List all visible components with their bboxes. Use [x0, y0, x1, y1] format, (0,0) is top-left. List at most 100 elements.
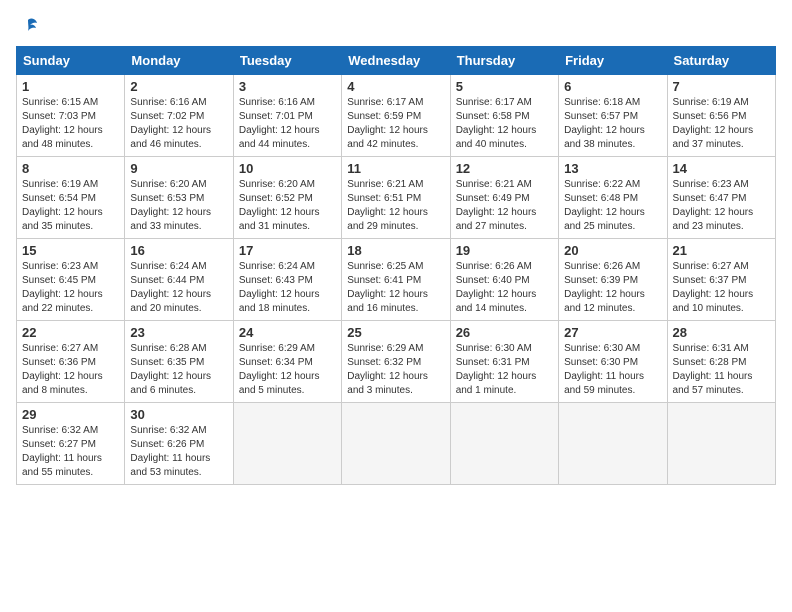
day-number: 23: [130, 325, 227, 340]
day-number: 7: [673, 79, 770, 94]
day-number: 5: [456, 79, 553, 94]
calendar: SundayMondayTuesdayWednesdayThursdayFrid…: [16, 46, 776, 485]
calendar-cell: 1 Sunrise: 6:15 AMSunset: 7:03 PMDaylight…: [17, 75, 125, 157]
calendar-cell: [559, 403, 667, 485]
day-info: Sunrise: 6:24 AMSunset: 6:44 PMDaylight:…: [130, 260, 227, 316]
day-info: Sunrise: 6:32 AMSunset: 6:26 PMDaylight:…: [130, 424, 227, 480]
day-info: Sunrise: 6:23 AMSunset: 6:47 PMDaylight:…: [673, 178, 770, 234]
calendar-cell: 23 Sunrise: 6:28 AMSunset: 6:35 PMDayligh…: [125, 321, 233, 403]
day-info: Sunrise: 6:32 AMSunset: 6:27 PMDaylight:…: [22, 424, 119, 480]
day-info: Sunrise: 6:29 AMSunset: 6:34 PMDaylight:…: [239, 342, 336, 398]
calendar-cell: 28 Sunrise: 6:31 AMSunset: 6:28 PMDayligh…: [667, 321, 775, 403]
day-info: Sunrise: 6:16 AMSunset: 7:02 PMDaylight:…: [130, 96, 227, 152]
calendar-week-3: 15Sunrise: 6:23 AMSunset: 6:45 PMDayligh…: [17, 239, 776, 321]
calendar-cell: 5Sunrise: 6:17 AMSunset: 6:58 PMDaylight…: [450, 75, 558, 157]
day-number: 15: [22, 243, 119, 258]
calendar-cell: 13Sunrise: 6:22 AMSunset: 6:48 PMDayligh…: [559, 157, 667, 239]
day-info: Sunrise: 6:27 AMSunset: 6:37 PMDaylight:…: [673, 260, 770, 316]
day-number: 27: [564, 325, 661, 340]
day-info: Sunrise: 6:21 AMSunset: 6:49 PMDaylight:…: [456, 178, 553, 234]
day-number: 30: [130, 407, 227, 422]
day-number: 25: [347, 325, 444, 340]
calendar-cell: 19 Sunrise: 6:26 AMSunset: 6:40 PMDayligh…: [450, 239, 558, 321]
calendar-cell: 14 Sunrise: 6:23 AMSunset: 6:47 PMDayligh…: [667, 157, 775, 239]
day-number: 24: [239, 325, 336, 340]
day-number: 18: [347, 243, 444, 258]
day-number: 17: [239, 243, 336, 258]
weekday-header-wednesday: Wednesday: [342, 47, 450, 75]
day-number: 14: [673, 161, 770, 176]
calendar-cell: [233, 403, 341, 485]
calendar-cell: 18 Sunrise: 6:25 AMSunset: 6:41 PMDayligh…: [342, 239, 450, 321]
calendar-cell: [342, 403, 450, 485]
calendar-week-2: 8 Sunrise: 6:19 AMSunset: 6:54 PMDaylight…: [17, 157, 776, 239]
day-number: 1: [22, 79, 119, 94]
day-number: 20: [564, 243, 661, 258]
day-number: 4: [347, 79, 444, 94]
calendar-cell: 21 Sunrise: 6:27 AMSunset: 6:37 PMDayligh…: [667, 239, 775, 321]
calendar-cell: 8 Sunrise: 6:19 AMSunset: 6:54 PMDaylight…: [17, 157, 125, 239]
weekday-header-sunday: Sunday: [17, 47, 125, 75]
calendar-cell: 6 Sunrise: 6:18 AMSunset: 6:57 PMDaylight…: [559, 75, 667, 157]
calendar-cell: 25 Sunrise: 6:29 AMSunset: 6:32 PMDayligh…: [342, 321, 450, 403]
calendar-cell: 22 Sunrise: 6:27 AMSunset: 6:36 PMDayligh…: [17, 321, 125, 403]
calendar-week-5: 29Sunrise: 6:32 AMSunset: 6:27 PMDayligh…: [17, 403, 776, 485]
calendar-cell: 3 Sunrise: 6:16 AMSunset: 7:01 PMDaylight…: [233, 75, 341, 157]
weekday-header-thursday: Thursday: [450, 47, 558, 75]
weekday-header-monday: Monday: [125, 47, 233, 75]
day-info: Sunrise: 6:19 AMSunset: 6:56 PMDaylight:…: [673, 96, 770, 152]
day-number: 19: [456, 243, 553, 258]
day-info: Sunrise: 6:28 AMSunset: 6:35 PMDaylight:…: [130, 342, 227, 398]
calendar-cell: 16 Sunrise: 6:24 AMSunset: 6:44 PMDayligh…: [125, 239, 233, 321]
calendar-cell: 2 Sunrise: 6:16 AMSunset: 7:02 PMDaylight…: [125, 75, 233, 157]
weekday-header-saturday: Saturday: [667, 47, 775, 75]
calendar-cell: 24 Sunrise: 6:29 AMSunset: 6:34 PMDayligh…: [233, 321, 341, 403]
calendar-cell: 20 Sunrise: 6:26 AMSunset: 6:39 PMDayligh…: [559, 239, 667, 321]
calendar-cell: 17 Sunrise: 6:24 AMSunset: 6:43 PMDayligh…: [233, 239, 341, 321]
day-number: 2: [130, 79, 227, 94]
day-info: Sunrise: 6:21 AMSunset: 6:51 PMDaylight:…: [347, 178, 444, 234]
calendar-cell: 4Sunrise: 6:17 AMSunset: 6:59 PMDaylight…: [342, 75, 450, 157]
day-info: Sunrise: 6:30 AMSunset: 6:30 PMDaylight:…: [564, 342, 661, 398]
header: [16, 16, 776, 38]
day-number: 9: [130, 161, 227, 176]
day-info: Sunrise: 6:18 AMSunset: 6:57 PMDaylight:…: [564, 96, 661, 152]
calendar-cell: [450, 403, 558, 485]
calendar-cell: 29Sunrise: 6:32 AMSunset: 6:27 PMDayligh…: [17, 403, 125, 485]
day-info: Sunrise: 6:31 AMSunset: 6:28 PMDaylight:…: [673, 342, 770, 398]
calendar-cell: 10Sunrise: 6:20 AMSunset: 6:52 PMDayligh…: [233, 157, 341, 239]
day-number: 6: [564, 79, 661, 94]
calendar-week-1: 1 Sunrise: 6:15 AMSunset: 7:03 PMDaylight…: [17, 75, 776, 157]
day-info: Sunrise: 6:26 AMSunset: 6:40 PMDaylight:…: [456, 260, 553, 316]
calendar-week-4: 22 Sunrise: 6:27 AMSunset: 6:36 PMDayligh…: [17, 321, 776, 403]
calendar-cell: 27 Sunrise: 6:30 AMSunset: 6:30 PMDayligh…: [559, 321, 667, 403]
day-info: Sunrise: 6:22 AMSunset: 6:48 PMDaylight:…: [564, 178, 661, 234]
logo: [16, 16, 40, 38]
calendar-cell: 30 Sunrise: 6:32 AMSunset: 6:26 PMDayligh…: [125, 403, 233, 485]
calendar-cell: [667, 403, 775, 485]
calendar-cell: 26Sunrise: 6:30 AMSunset: 6:31 PMDayligh…: [450, 321, 558, 403]
day-number: 3: [239, 79, 336, 94]
day-info: Sunrise: 6:25 AMSunset: 6:41 PMDaylight:…: [347, 260, 444, 316]
day-info: Sunrise: 6:15 AMSunset: 7:03 PMDaylight:…: [22, 96, 119, 152]
calendar-cell: 7 Sunrise: 6:19 AMSunset: 6:56 PMDaylight…: [667, 75, 775, 157]
day-number: 16: [130, 243, 227, 258]
day-info: Sunrise: 6:26 AMSunset: 6:39 PMDaylight:…: [564, 260, 661, 316]
day-info: Sunrise: 6:19 AMSunset: 6:54 PMDaylight:…: [22, 178, 119, 234]
day-info: Sunrise: 6:24 AMSunset: 6:43 PMDaylight:…: [239, 260, 336, 316]
logo-bird-icon: [17, 16, 39, 38]
day-number: 12: [456, 161, 553, 176]
day-info: Sunrise: 6:29 AMSunset: 6:32 PMDaylight:…: [347, 342, 444, 398]
day-number: 26: [456, 325, 553, 340]
day-info: Sunrise: 6:16 AMSunset: 7:01 PMDaylight:…: [239, 96, 336, 152]
day-number: 21: [673, 243, 770, 258]
calendar-cell: 9Sunrise: 6:20 AMSunset: 6:53 PMDaylight…: [125, 157, 233, 239]
weekday-header-tuesday: Tuesday: [233, 47, 341, 75]
day-info: Sunrise: 6:27 AMSunset: 6:36 PMDaylight:…: [22, 342, 119, 398]
day-number: 8: [22, 161, 119, 176]
day-number: 22: [22, 325, 119, 340]
calendar-header-row: SundayMondayTuesdayWednesdayThursdayFrid…: [17, 47, 776, 75]
day-info: Sunrise: 6:20 AMSunset: 6:52 PMDaylight:…: [239, 178, 336, 234]
day-number: 28: [673, 325, 770, 340]
calendar-cell: 11Sunrise: 6:21 AMSunset: 6:51 PMDayligh…: [342, 157, 450, 239]
